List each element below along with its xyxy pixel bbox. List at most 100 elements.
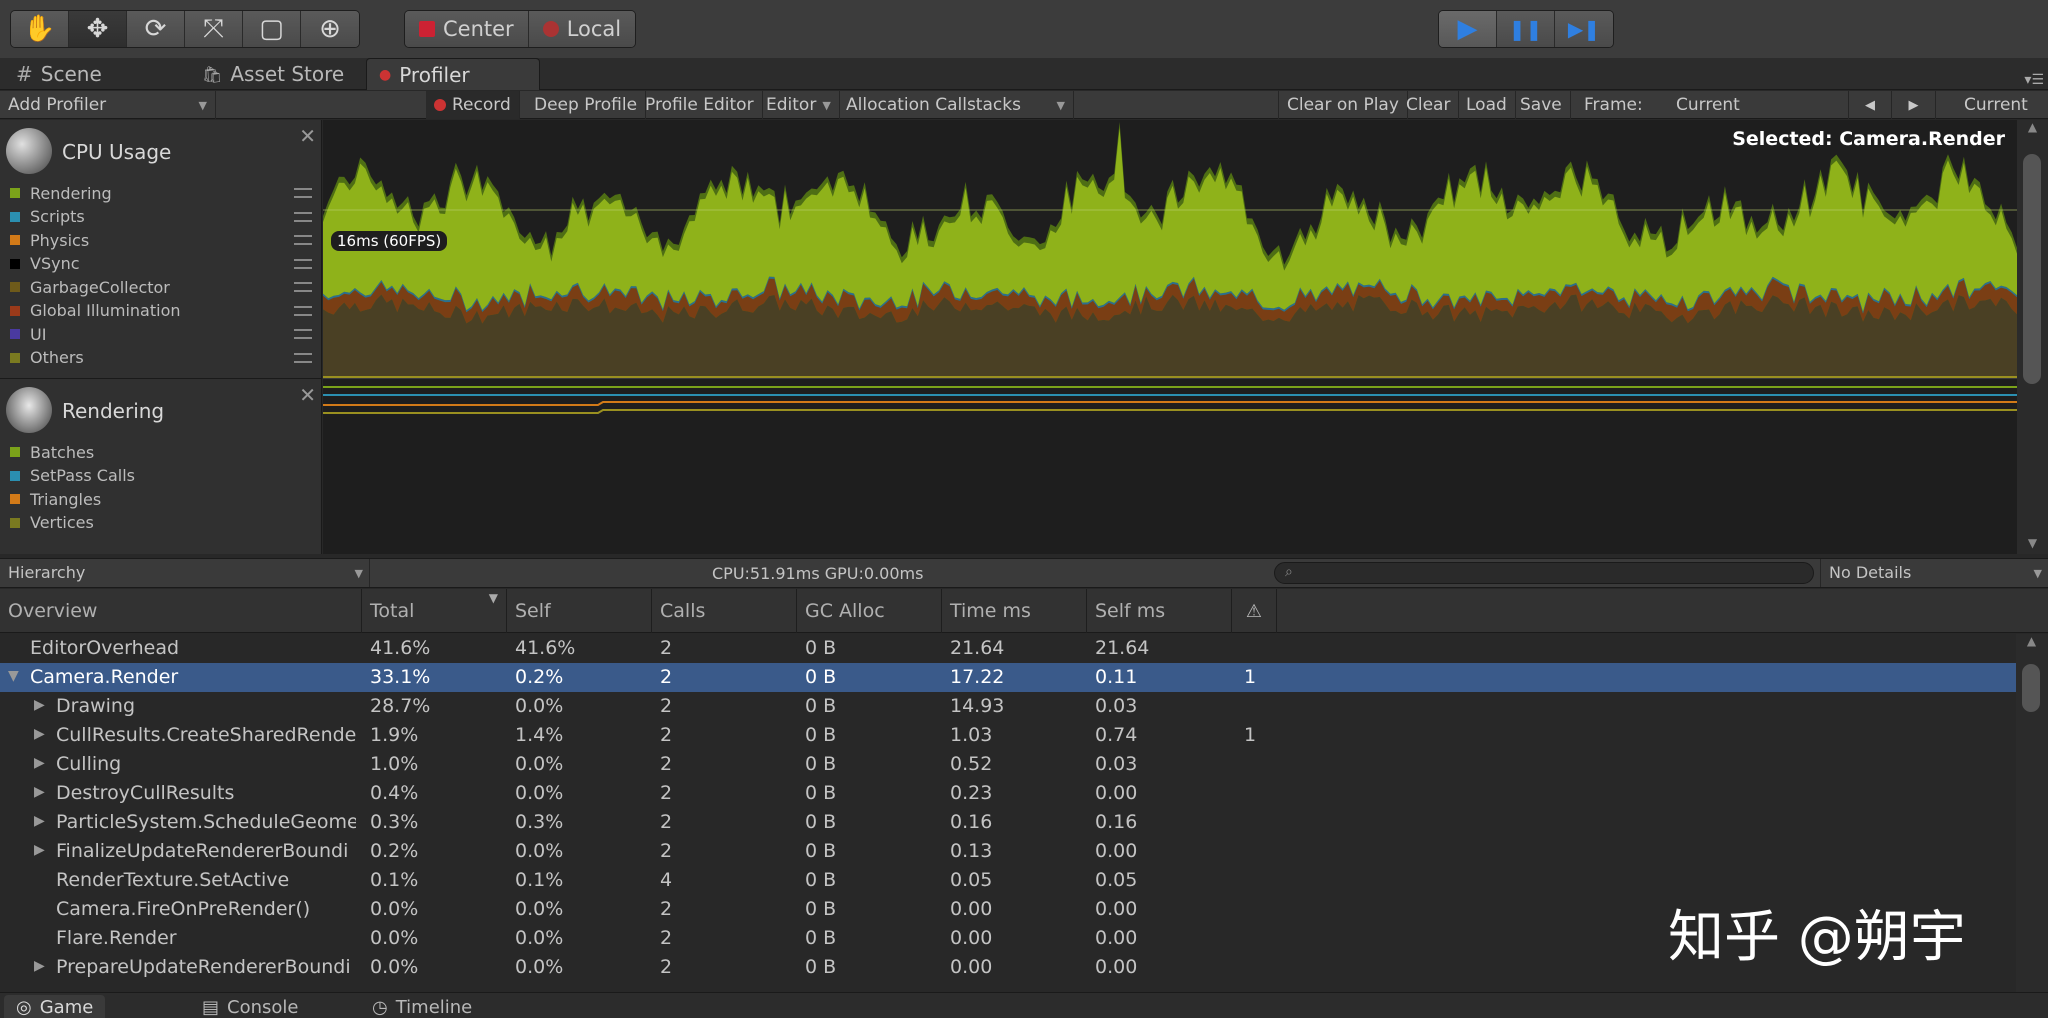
table-row[interactable]: ▶ DestroyCullResults 0.4% 0.0% 2 0 B 0.23 0.00 — [0, 779, 2016, 808]
table-row[interactable]: ▶ CullResults.CreateSharedRende 1.9% 1.4% 2 0… — [0, 721, 2016, 750]
cpu-usage-module[interactable]: CPU Usage ✕ Rendering Scripts Physics VSync… — [0, 120, 322, 378]
clear-button[interactable]: Clear — [1398, 91, 1460, 119]
drag-handle-icon[interactable] — [294, 188, 312, 198]
expand-arrow-icon[interactable]: ▶ — [34, 842, 45, 858]
drag-handle-icon[interactable] — [294, 282, 312, 292]
expand-arrow-icon[interactable]: ▶ — [34, 697, 45, 713]
prev-frame-button[interactable]: ◀ — [1848, 91, 1892, 119]
cpu-legend-item[interactable]: VSync — [10, 253, 320, 275]
drag-handle-icon[interactable] — [294, 329, 312, 339]
column-self-ms[interactable]: Self ms — [1087, 589, 1232, 633]
add-profiler-dropdown[interactable]: Add Profiler ▼ — [0, 91, 216, 119]
table-row[interactable]: ▼ Camera.Render 33.1% 0.2% 2 0 B 17.22 0.11 1 — [0, 663, 2016, 692]
table-scroll-thumb[interactable] — [2022, 664, 2040, 712]
table-row[interactable]: EditorOverhead 41.6% 41.6% 2 0 B 21.64 21.64 — [0, 634, 2016, 663]
hand-tool-button[interactable]: ✋ — [11, 11, 69, 47]
drag-handle-icon[interactable] — [294, 258, 312, 269]
drag-handle-icon[interactable] — [294, 352, 312, 363]
cpu-legend-item[interactable]: GarbageCollector — [10, 276, 320, 298]
tab-console[interactable]: ▤ Console — [190, 995, 310, 1018]
tab-timeline[interactable]: ◷ Timeline — [360, 995, 484, 1018]
editor-target-dropdown[interactable]: Editor ▼ — [758, 91, 840, 119]
record-button[interactable]: Record — [426, 91, 520, 119]
cpu-usage-chart[interactable]: Selected: Camera.Render 16ms (60FPS) — [323, 120, 2017, 378]
allocation-callstacks-dropdown[interactable]: Allocation Callstacks ▼ — [838, 91, 1074, 119]
tab-game[interactable]: ◎ Game — [4, 995, 106, 1018]
expand-arrow-icon[interactable]: ▶ — [34, 784, 45, 800]
scroll-up-icon[interactable]: ▲ — [2017, 120, 2048, 138]
scroll-down-icon[interactable]: ▼ — [2017, 536, 2048, 554]
row-gc: 0 B — [805, 869, 837, 891]
rendering-legend-item[interactable]: SetPass Calls — [10, 465, 320, 487]
deep-profile-button[interactable]: Deep Profile — [526, 91, 647, 119]
expand-arrow-icon[interactable]: ▶ — [34, 726, 45, 742]
chart-scrollbar[interactable]: ▲ ▼ — [2017, 120, 2048, 554]
clear-on-play-button[interactable]: Clear on Play — [1278, 91, 1408, 119]
table-row[interactable]: ▶ Drawing 28.7% 0.0% 2 0 B 14.93 0.03 — [0, 692, 2016, 721]
cpu-legend-item[interactable]: Global Illumination — [10, 300, 320, 322]
rendering-module[interactable]: Rendering ✕ Batches SetPass Calls Triangle… — [0, 378, 322, 554]
expand-arrow-icon[interactable]: ▶ — [34, 958, 45, 974]
move-tool-button[interactable]: ✥ — [69, 11, 127, 47]
profile-editor-button[interactable]: Profile Editor — [637, 91, 763, 119]
scroll-up-icon[interactable]: ▲ — [2016, 634, 2047, 652]
table-row[interactable]: RenderTexture.SetActive 0.1% 0.1% 4 0 B 0.05 0… — [0, 866, 2016, 895]
drag-handle-icon[interactable] — [294, 305, 312, 316]
play-button[interactable]: ▶ — [1439, 11, 1497, 47]
rect-tool-button[interactable]: ▢ — [243, 11, 301, 47]
scale-tool-button[interactable]: ⤧ — [185, 11, 243, 47]
rendering-chart[interactable] — [323, 378, 2017, 554]
search-input[interactable]: ⌕ — [1274, 562, 1814, 584]
cpu-legend-item[interactable]: Scripts — [10, 206, 320, 228]
details-dropdown[interactable]: No Details ▼ — [1820, 559, 2048, 587]
cpu-legend-item[interactable]: Rendering — [10, 182, 320, 204]
chart-scroll-thumb[interactable] — [2023, 154, 2041, 384]
tab-asset-store[interactable]: 🛍 Asset Store — [190, 58, 356, 90]
rotate-tool-button[interactable]: ⟳ — [127, 11, 185, 47]
column-total[interactable]: Total ▼ — [362, 589, 507, 633]
load-button[interactable]: Load — [1458, 91, 1516, 119]
next-frame-button[interactable]: ▶ — [1892, 91, 1936, 119]
table-row[interactable]: ▶ ParticleSystem.ScheduleGeome 0.3% 0.3% 2 0 … — [0, 808, 2016, 837]
expand-arrow-icon[interactable]: ▶ — [34, 755, 45, 771]
expanded-arrow-icon[interactable]: ▼ — [8, 668, 19, 684]
expand-arrow-icon[interactable]: ▶ — [34, 813, 45, 829]
drag-handle-icon[interactable] — [294, 235, 312, 245]
column-gc-alloc[interactable]: GC Alloc — [797, 589, 942, 633]
watermark: 知乎 @朔宇 — [1668, 905, 1966, 970]
column-time-ms[interactable]: Time ms — [942, 589, 1087, 633]
row-selfms: 0.00 — [1095, 898, 1138, 920]
rendering-legend-item[interactable]: Vertices — [10, 512, 320, 534]
step-button[interactable]: ▶❚ — [1555, 11, 1613, 47]
table-row[interactable]: ▶ Culling 1.0% 0.0% 2 0 B 0.52 0.03 — [0, 750, 2016, 779]
table-row[interactable]: ▶ FinalizeUpdateRendererBoundi 0.2% 0.0% 2 0 … — [0, 837, 2016, 866]
tab-profiler[interactable]: ● Profiler — [366, 58, 540, 90]
pivot-group: Center Local — [404, 10, 637, 48]
column-calls[interactable]: Calls — [652, 589, 797, 633]
pause-button[interactable]: ❚❚ — [1497, 11, 1555, 47]
pivot-center-button[interactable]: Center — [405, 11, 529, 47]
row-calls: 4 — [660, 869, 673, 891]
current-frame-button[interactable]: Current — [1956, 91, 2036, 119]
column-overview[interactable]: Overview — [0, 589, 362, 633]
column-self[interactable]: Self — [507, 589, 652, 633]
tab-scene[interactable]: # Scene — [4, 58, 114, 90]
table-scrollbar[interactable]: ▲ — [2016, 634, 2048, 992]
row-time: 14.93 — [950, 695, 1005, 717]
column-warnings[interactable]: ⚠ — [1232, 589, 1277, 633]
transform-tool-button[interactable]: ⊕ — [301, 11, 359, 47]
cpu-legend-item[interactable]: UI — [10, 323, 320, 345]
save-button[interactable]: Save — [1512, 91, 1571, 119]
cpu-legend-item[interactable]: Physics — [10, 229, 320, 251]
profiler-icon: ● — [379, 66, 392, 83]
tab-menu-icon[interactable]: ▾☰ — [2024, 72, 2044, 88]
view-mode-dropdown[interactable]: Hierarchy ▼ — [0, 559, 370, 587]
row-selfms: 0.03 — [1095, 695, 1138, 717]
pivot-local-button[interactable]: Local — [528, 11, 636, 47]
close-icon[interactable]: ✕ — [299, 124, 316, 148]
rendering-legend-item[interactable]: Batches — [10, 441, 320, 463]
rendering-legend-item[interactable]: Triangles — [10, 488, 320, 510]
drag-handle-icon[interactable] — [294, 211, 312, 222]
close-icon[interactable]: ✕ — [299, 383, 316, 407]
cpu-legend-item[interactable]: Others — [10, 347, 320, 369]
